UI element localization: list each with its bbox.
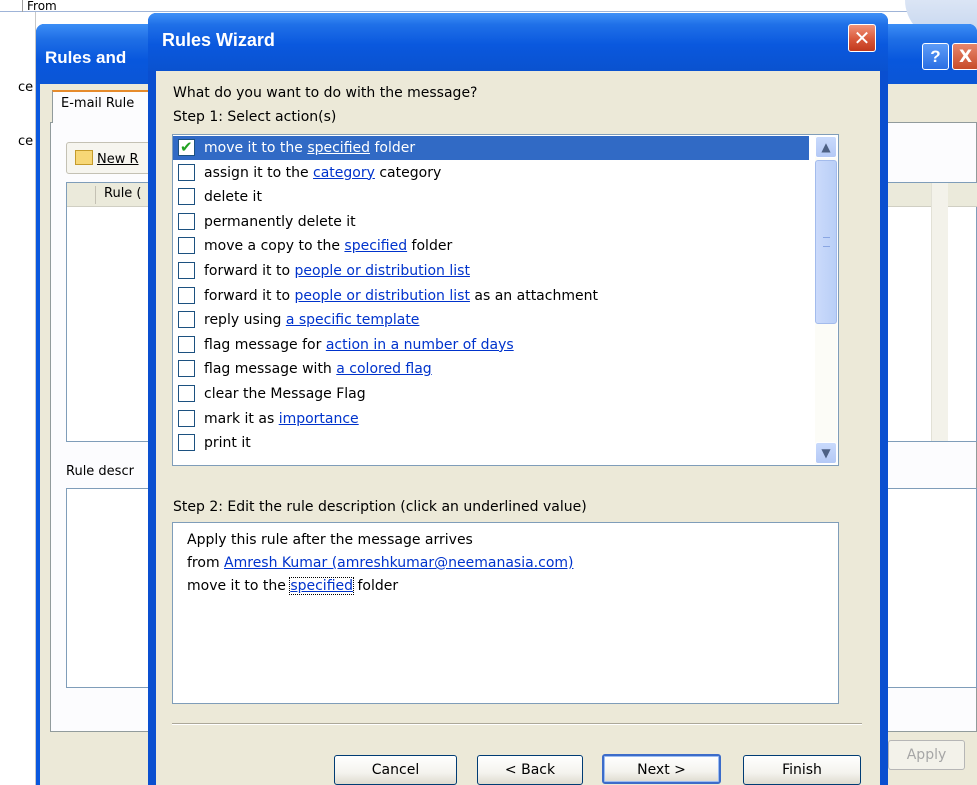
step1-label: Step 1: Select action(s) [173,109,337,125]
action-item[interactable]: forward it to people or distribution lis… [173,284,809,308]
scroll-up-icon[interactable]: ▲ [815,136,837,158]
background-text-fragment: ce [18,134,34,149]
action-item[interactable]: flag message with a colored flag [173,357,809,381]
specified-folder-link[interactable]: specified [289,577,355,595]
action-text: reply using [204,312,286,329]
scroll-thumb[interactable] [815,160,837,324]
action-checkbox[interactable] [178,237,195,255]
back-button[interactable]: < Back [477,755,583,785]
rules-list-scrollbar[interactable] [931,183,948,441]
new-rule-icon [75,150,93,165]
action-checkbox[interactable] [178,286,195,304]
step2-label: Step 2: Edit the rule description (click… [173,499,587,515]
action-checkbox[interactable] [178,434,195,452]
action-value-link[interactable]: category [313,165,375,181]
wizard-question: What do you want to do with the message? [173,85,478,101]
actions-scrollbar[interactable]: ▲ ▼ [815,136,837,464]
from-column-header[interactable]: From [22,0,152,14]
cancel-button[interactable]: Cancel [334,755,457,785]
action-item[interactable]: print it [173,431,809,455]
action-item[interactable]: flag message for action in a number of d… [173,333,809,357]
wizard-title: Rules Wizard [162,30,275,50]
rule-column-header[interactable]: Rule ( [104,186,142,201]
separator [172,723,862,725]
rule-description-editor: Apply this rule after the message arrive… [172,522,839,704]
next-button[interactable]: Next > [602,754,721,784]
action-value-link[interactable]: action in a number of days [326,337,514,353]
action-value-link[interactable]: importance [279,411,359,427]
new-rule-button[interactable]: New R [66,142,158,174]
background-left-strip [0,12,36,785]
action-text: print it [204,435,251,452]
action-value-link[interactable]: a colored flag [336,361,431,377]
action-checkbox[interactable] [178,360,195,378]
action-checkbox[interactable] [178,311,195,329]
action-text: folder [407,238,453,255]
action-checkbox[interactable] [178,135,195,159]
action-text: move a copy to the [204,238,345,255]
column-separator [95,186,96,204]
help-button[interactable]: ? [922,43,949,70]
action-item[interactable]: move it to the specified folder [173,135,809,160]
action-item[interactable]: clear the Message Flag [173,382,809,406]
action-text: as an attachment [469,287,598,304]
background-text-fragment: ce [18,80,34,95]
description-line-1: Apply this rule after the message arrive… [187,532,473,548]
action-text: delete it [204,189,262,206]
action-checkbox[interactable] [178,163,195,181]
action-text: forward it to [204,263,295,279]
action-item[interactable]: delete it [173,185,809,209]
action-text: folder [370,140,416,156]
action-text: move it to the [204,140,308,156]
rules-dialog-close-button[interactable]: X [952,43,977,70]
action-text: assign it to the [204,164,314,181]
action-text: flag message for [204,336,326,353]
action-text: mark it as [204,410,279,427]
action-item[interactable]: forward it to people or distribution lis… [173,259,809,283]
description-line-3: move it to the specified folder [187,575,838,598]
description-move-prefix: move it to the [187,578,291,594]
action-value-link[interactable]: people or distribution list [294,263,469,279]
action-checkbox[interactable] [178,262,195,279]
action-item[interactable]: assign it to the category category [173,161,809,185]
action-checkbox[interactable] [178,212,195,230]
sender-link[interactable]: Amresh Kumar (amreshkumar@neemanasia.com… [224,555,573,571]
action-item[interactable]: move a copy to the specified folder [173,234,809,258]
close-icon[interactable]: ✕ [848,24,876,52]
action-checkbox[interactable] [178,409,195,427]
action-text: category [374,164,442,181]
tab-email-rules[interactable]: E-mail Rule [52,90,150,123]
action-text: forward it to [204,287,295,304]
action-value-link[interactable]: people or distribution list [294,288,469,304]
rules-dialog-title: Rules and [45,48,127,67]
finish-button[interactable]: Finish [743,755,861,785]
action-value-link[interactable]: specified [344,238,407,254]
action-checkbox[interactable] [178,335,195,353]
action-text: permanently delete it [204,213,356,230]
apply-button: Apply [888,740,965,770]
action-text: flag message with [204,361,337,378]
description-line-2: from Amresh Kumar (amreshkumar@neemanasi… [187,552,838,575]
action-checkbox[interactable] [178,188,195,206]
action-text: clear the Message Flag [204,386,366,402]
description-move-suffix: folder [353,578,399,594]
action-value-link[interactable]: specified [307,140,370,156]
action-item[interactable]: mark it as importance [173,407,809,431]
action-checkbox[interactable] [178,385,195,402]
scroll-grip [823,237,830,247]
scroll-down-icon[interactable]: ▼ [815,442,837,464]
action-item[interactable]: permanently delete it [173,210,809,234]
new-rule-label: New R [97,152,139,167]
description-from-prefix: from [187,555,225,571]
action-item[interactable]: reply using a specific template [173,308,809,332]
action-value-link[interactable]: a specific template [286,312,420,328]
rule-description-label: Rule descr [66,464,134,479]
